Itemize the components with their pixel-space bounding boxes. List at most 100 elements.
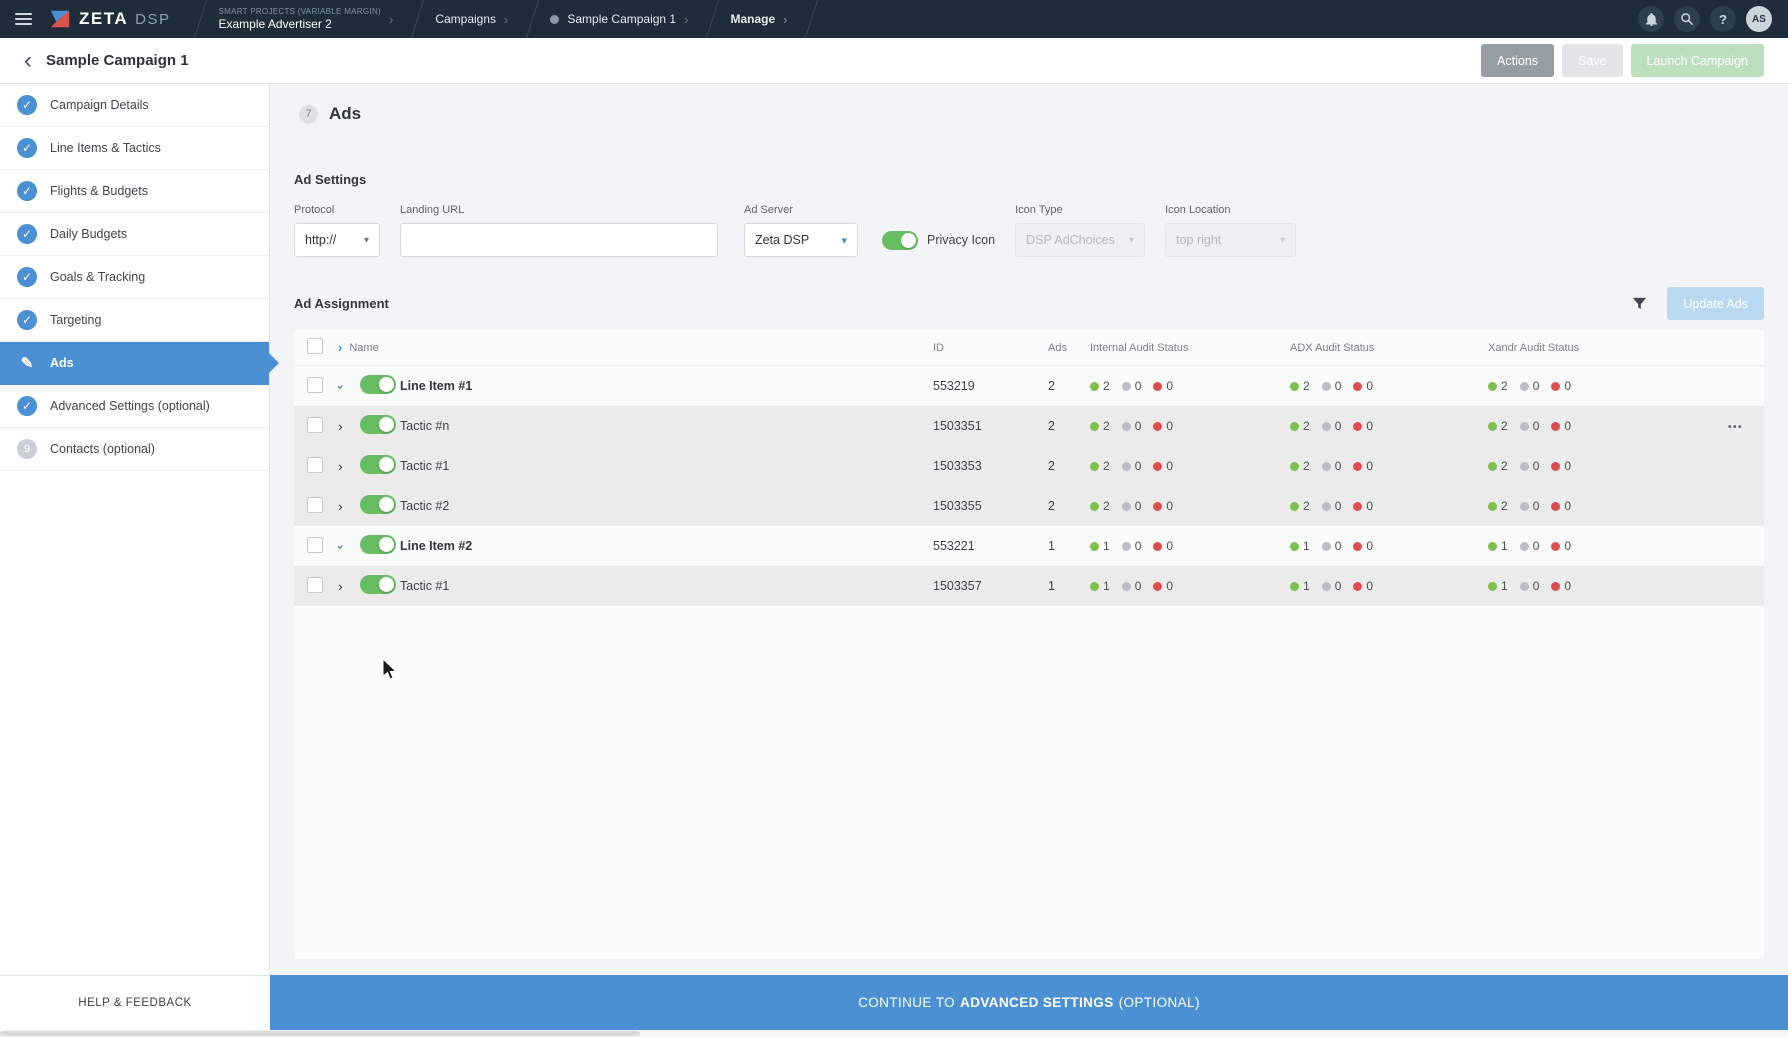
row-expand-icon[interactable]: › <box>338 458 343 474</box>
launch-campaign-button[interactable]: Launch Campaign <box>1631 44 1764 77</box>
green-status-dot <box>1290 542 1299 551</box>
breadcrumb-campaigns[interactable]: Campaigns › <box>421 0 522 38</box>
filter-button[interactable] <box>1623 288 1655 320</box>
sidebar-item-advanced-settings-optional[interactable]: ✓ Advanced Settings (optional) <box>0 385 269 428</box>
save-button[interactable]: Save <box>1562 44 1623 77</box>
ad-table-header: › Name ID Ads Internal Audit Status ADX … <box>294 330 1764 366</box>
brand-logo[interactable]: ZETA DSP <box>44 0 190 38</box>
icon-location-field: Icon Location top right ▾ <box>1165 204 1296 257</box>
actions-button[interactable]: Actions <box>1481 44 1554 77</box>
chevron-down-icon: ▾ <box>1129 235 1134 246</box>
row-ads-count: 2 <box>1048 459 1090 473</box>
row-enabled-toggle[interactable] <box>360 415 396 434</box>
row-expand-icon[interactable]: › <box>338 418 343 434</box>
row-name[interactable]: Tactic #1 <box>400 459 933 473</box>
table-row: › Line Item #1 553219 2 2 0 0 2 0 0 2 0 … <box>294 366 1764 406</box>
status-xandr: 2 0 0 <box>1488 459 1728 473</box>
sidebar-item-line-items-tactics[interactable]: ✓ Line Items & Tactics <box>0 127 269 170</box>
red-status-dot <box>1551 422 1560 431</box>
row-name[interactable]: Line Item #1 <box>400 379 933 393</box>
sidebar-item-campaign-details[interactable]: ✓ Campaign Details <box>0 84 269 127</box>
status-count: 0 <box>1564 539 1571 553</box>
table-row: › Line Item #2 553221 1 1 0 0 1 0 0 1 0 … <box>294 526 1764 566</box>
status-count: 0 <box>1564 419 1571 433</box>
gray-status-dot <box>1322 462 1331 471</box>
ad-server-select[interactable]: Zeta DSP ▾ <box>744 223 858 257</box>
update-ads-button[interactable]: Update Ads <box>1667 287 1764 320</box>
check-circle-icon: ✓ <box>17 396 37 416</box>
sidebar-item-targeting[interactable]: ✓ Targeting <box>0 299 269 342</box>
row-name[interactable]: Line Item #2 <box>400 539 933 553</box>
sidebar-item-flights-budgets[interactable]: ✓ Flights & Budgets <box>0 170 269 213</box>
help-feedback-button[interactable]: HELP & FEEDBACK <box>0 975 270 1030</box>
continue-suffix: (OPTIONAL) <box>1119 995 1200 1010</box>
status-count: 2 <box>1303 499 1310 513</box>
red-status-dot <box>1551 502 1560 511</box>
row-expand-icon[interactable]: › <box>338 544 349 549</box>
status-count: 1 <box>1303 539 1310 553</box>
gray-status-dot <box>1322 382 1331 391</box>
red-status-dot <box>1353 582 1362 591</box>
status-count: 0 <box>1335 459 1342 473</box>
status-xandr: 1 0 0 <box>1488 579 1728 593</box>
gray-status-dot <box>1122 462 1131 471</box>
status-count: 0 <box>1335 499 1342 513</box>
chevron-down-icon: ▾ <box>364 235 369 246</box>
row-name[interactable]: Tactic #1 <box>400 579 933 593</box>
row-name[interactable]: Tactic #2 <box>400 499 933 513</box>
sidebar-item-goals-tracking[interactable]: ✓ Goals & Tracking <box>0 256 269 299</box>
row-checkbox[interactable] <box>307 377 323 393</box>
protocol-select[interactable]: http:// ▾ <box>294 223 380 257</box>
help-button[interactable]: ? <box>1710 6 1736 32</box>
continue-button[interactable]: CONTINUE TO ADVANCED SETTINGS (OPTIONAL) <box>270 975 1788 1030</box>
gray-status-dot <box>1122 422 1131 431</box>
sidebar-item-contacts-optional[interactable]: 9 Contacts (optional) <box>0 428 269 471</box>
landing-url-input[interactable] <box>411 233 707 247</box>
ad-settings-form: Protocol http:// ▾ Landing URL Ad Ser <box>294 204 1764 257</box>
row-checkbox[interactable] <box>307 577 323 593</box>
row-ads-count: 1 <box>1048 539 1090 553</box>
sort-chevron-icon[interactable]: › <box>338 340 342 355</box>
row-checkbox[interactable] <box>307 497 323 513</box>
red-status-dot <box>1353 462 1362 471</box>
row-expand-icon[interactable]: › <box>338 578 343 594</box>
row-enabled-toggle[interactable] <box>360 535 396 554</box>
privacy-icon-toggle[interactable] <box>882 231 918 250</box>
notifications-button[interactable] <box>1638 6 1664 32</box>
row-checkbox[interactable] <box>307 417 323 433</box>
sidebar-item-label: Campaign Details <box>50 98 149 112</box>
row-enabled-toggle[interactable] <box>360 575 396 594</box>
row-enabled-toggle[interactable] <box>360 375 396 394</box>
row-enabled-toggle[interactable] <box>360 495 396 514</box>
status-count: 2 <box>1501 379 1508 393</box>
sidebar-item-daily-budgets[interactable]: ✓ Daily Budgets <box>0 213 269 256</box>
breadcrumb-manage[interactable]: Manage › <box>716 0 801 38</box>
column-header-id: ID <box>933 342 1048 354</box>
row-checkbox[interactable] <box>307 457 323 473</box>
row-checkbox[interactable] <box>307 537 323 553</box>
gray-status-dot <box>1322 422 1331 431</box>
sidebar-item-label: Flights & Budgets <box>50 184 148 198</box>
sidebar-item-ads[interactable]: ✎ Ads <box>0 342 269 385</box>
user-avatar[interactable]: AS <box>1746 6 1772 32</box>
row-menu-button[interactable]: ••• <box>1728 422 1743 433</box>
breadcrumb-campaign[interactable]: Sample Campaign 1 › <box>536 0 702 38</box>
breadcrumb-advertiser[interactable]: SMART PROJECTS (VARIABLE MARGIN) Example… <box>204 0 407 38</box>
zeta-logo-icon <box>48 8 72 30</box>
icon-type-select[interactable]: DSP AdChoices ▾ <box>1015 223 1145 257</box>
red-status-dot <box>1153 422 1162 431</box>
horizontal-scrollbar[interactable] <box>0 1030 1788 1037</box>
hamburger-menu-icon[interactable] <box>0 0 44 38</box>
back-button[interactable]: ‹ <box>24 51 32 71</box>
row-enabled-toggle[interactable] <box>360 455 396 474</box>
icon-location-select[interactable]: top right ▾ <box>1165 223 1296 257</box>
row-name[interactable]: Tactic #n <box>400 419 933 433</box>
column-header-name[interactable]: Name <box>349 342 378 354</box>
status-count: 0 <box>1366 579 1373 593</box>
select-all-checkbox[interactable] <box>307 338 323 354</box>
row-expand-icon[interactable]: › <box>338 384 349 389</box>
row-expand-icon[interactable]: › <box>338 498 343 514</box>
status-count: 0 <box>1366 539 1373 553</box>
scrollbar-thumb[interactable] <box>0 1031 640 1036</box>
search-button[interactable] <box>1674 6 1700 32</box>
